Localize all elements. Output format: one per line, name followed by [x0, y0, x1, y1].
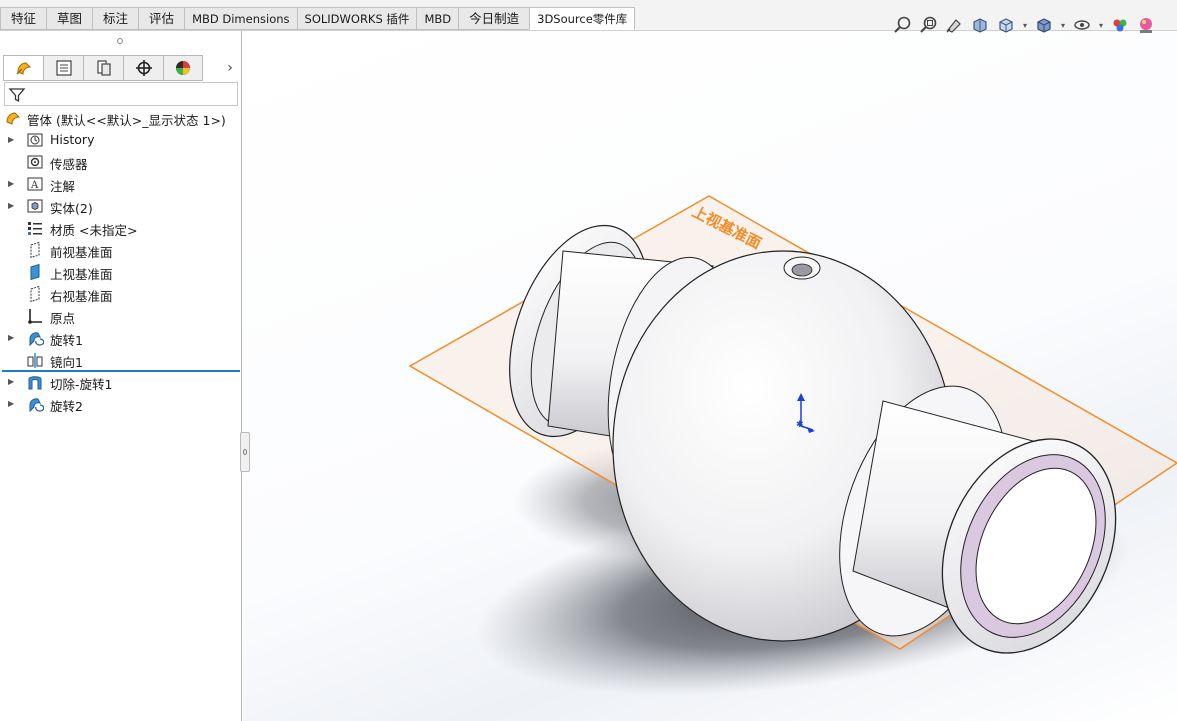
feature-tree: 管体 (默认<<默认>_显示状态 1>) ▶ History 传感器 ▶ A 注… — [0, 107, 241, 415]
mirror-icon — [26, 351, 44, 369]
panel-grip-icon[interactable] — [117, 38, 123, 44]
history-icon — [26, 131, 44, 149]
material-icon — [26, 219, 44, 237]
tab-evaluate[interactable]: 评估 — [138, 7, 185, 30]
feature-manager-panel: › 管体 (默认<<默认>_显示状态 1>) ▶ History 传感器 ▶ A… — [0, 31, 242, 721]
heads-up-view-toolbar: ▾ ▾ ▾ — [890, 10, 1158, 40]
tree-item-label: 旋转2 — [50, 399, 83, 414]
expand-arrow-icon[interactable]: ▶ — [8, 333, 18, 343]
edit-appearance-icon[interactable] — [1108, 12, 1132, 38]
expand-arrow-icon[interactable]: ▶ — [8, 201, 18, 211]
solidworks-window: 特征 草图 标注 评估 MBD Dimensions SOLIDWORKS 插件… — [0, 0, 1177, 721]
plane-icon — [26, 241, 44, 259]
tab-solidworks-addins[interactable]: SOLIDWORKS 插件 — [296, 7, 417, 30]
tree-item-label: 右视基准面 — [50, 289, 113, 304]
tree-item-origin[interactable]: 原点 — [0, 305, 241, 327]
configuration-manager-tab-icon[interactable] — [83, 55, 123, 81]
tree-root-label: 管体 (默认<<默认>_显示状态 1>) — [27, 113, 226, 128]
tree-root-part[interactable]: 管体 (默认<<默认>_显示状态 1>) — [0, 107, 241, 129]
section-view-icon[interactable] — [968, 12, 992, 38]
tree-item-front-plane[interactable]: 前视基准面 — [0, 239, 241, 261]
graphics-area[interactable]: 上视基准面 ✱ — [243, 31, 1177, 721]
filter-funnel-icon — [7, 85, 27, 105]
apply-scene-icon[interactable] — [1134, 12, 1158, 38]
expand-arrow-icon[interactable]: ▶ — [8, 399, 18, 409]
command-manager-tabs: 特征 草图 标注 评估 MBD Dimensions SOLIDWORKS 插件… — [0, 7, 636, 30]
tree-item-annotations[interactable]: ▶ A 注解 — [0, 173, 241, 195]
sensors-icon — [26, 153, 44, 171]
annotations-icon: A — [26, 175, 44, 193]
top-hole-inner — [791, 263, 813, 277]
dimxpert-manager-tab-icon[interactable] — [123, 55, 163, 81]
tree-item-label: 前视基准面 — [50, 245, 113, 260]
tree-item-history[interactable]: ▶ History — [0, 129, 241, 151]
hide-show-dropdown-icon[interactable]: ▾ — [1096, 12, 1106, 38]
manager-tabs-more-icon[interactable]: › — [222, 55, 238, 81]
origin-icon — [26, 307, 44, 325]
view-orientation-icon[interactable] — [994, 12, 1018, 38]
tree-filter-input[interactable] — [4, 82, 238, 106]
tree-item-label: 传感器 — [50, 157, 88, 172]
rollback-bar[interactable] — [2, 370, 240, 372]
tree-item-label: History — [50, 132, 95, 147]
zoom-to-fit-icon[interactable] — [890, 12, 914, 38]
tree-item-cut-revolve1[interactable]: ▶ 切除-旋转1 — [0, 371, 241, 393]
part-icon — [4, 109, 22, 127]
zoom-to-area-icon[interactable] — [916, 12, 940, 38]
tree-item-label: 原点 — [50, 311, 76, 326]
tree-item-top-plane[interactable]: 上视基准面 — [0, 261, 241, 283]
tree-item-mirror1[interactable]: 镜向1 — [0, 349, 241, 371]
tree-item-material[interactable]: 材质 <未指定> — [0, 217, 241, 239]
previous-view-icon[interactable] — [942, 12, 966, 38]
tree-item-sensors[interactable]: 传感器 — [0, 151, 241, 173]
hide-show-items-icon[interactable] — [1070, 12, 1094, 38]
tab-sketch[interactable]: 草图 — [46, 7, 93, 30]
revolve-icon — [26, 395, 44, 413]
expand-arrow-icon[interactable]: ▶ — [8, 179, 18, 189]
tab-markup[interactable]: 标注 — [92, 7, 139, 30]
tree-item-label: 镜向1 — [50, 355, 83, 370]
tree-item-label: 切除-旋转1 — [50, 377, 113, 392]
tab-mbd[interactable]: MBD — [416, 7, 459, 30]
model-view: 上视基准面 ✱ — [408, 195, 1177, 696]
display-style-dropdown-icon[interactable]: ▾ — [1058, 12, 1068, 38]
tree-item-revolve2[interactable]: ▶ 旋转2 — [0, 393, 241, 415]
panel-splitter-handle[interactable] — [240, 432, 250, 472]
plane-selected-icon — [26, 263, 44, 281]
solid-bodies-icon — [26, 197, 44, 215]
tree-item-right-plane[interactable]: 右视基准面 — [0, 283, 241, 305]
feature-manager-tab-icon[interactable] — [3, 55, 43, 81]
tab-mbd-dimensions[interactable]: MBD Dimensions — [184, 7, 297, 30]
manager-tabs — [3, 55, 203, 81]
tree-item-label: 上视基准面 — [50, 267, 113, 282]
triad-origin-icon: ✱ — [796, 420, 804, 430]
svg-text:A: A — [30, 180, 39, 191]
expand-arrow-icon[interactable]: ▶ — [8, 377, 18, 387]
property-manager-tab-icon[interactable] — [43, 55, 83, 81]
plane-icon — [26, 285, 44, 303]
tree-item-revolve1[interactable]: ▶ 旋转1 — [0, 327, 241, 349]
tab-features[interactable]: 特征 — [0, 7, 47, 30]
cut-revolve-icon — [26, 373, 44, 391]
tree-item-label: 实体(2) — [50, 201, 93, 216]
tree-item-solid-bodies[interactable]: ▶ 实体(2) — [0, 195, 241, 217]
tree-item-label: 注解 — [50, 179, 76, 194]
revolve-icon — [26, 329, 44, 347]
display-style-icon[interactable] — [1032, 12, 1056, 38]
tree-item-label: 材质 <未指定> — [50, 223, 138, 238]
tab-3dsource-parts-library[interactable]: 3DSource零件库 — [529, 7, 636, 30]
tree-item-label: 旋转1 — [50, 333, 83, 348]
view-orientation-dropdown-icon[interactable]: ▾ — [1020, 12, 1030, 38]
expand-arrow-icon[interactable]: ▶ — [8, 135, 18, 145]
display-manager-tab-icon[interactable] — [163, 55, 203, 81]
tab-today-manufacturing[interactable]: 今日制造 — [458, 7, 530, 30]
